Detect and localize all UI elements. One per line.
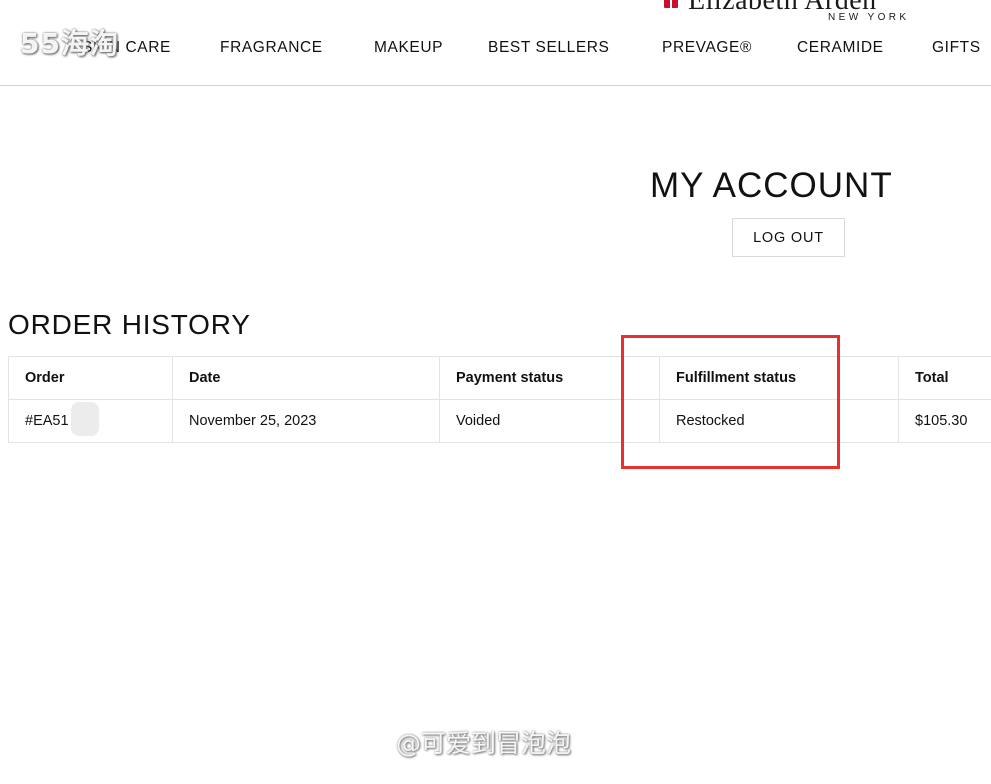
redaction-mask [70,402,99,436]
nav-item-gifts[interactable]: GIFTS [932,38,981,58]
nav-item-fragrance[interactable]: FRAGRANCE [220,38,323,58]
watermark-top: 55海淘 [20,27,119,60]
table-row: #EA51 November 25, 2023 Voided Restocked… [8,399,991,443]
order-number-link[interactable]: #EA51 [25,413,69,429]
column-header-total: Total [898,356,991,400]
column-header-payment-status: Payment status [439,356,660,400]
brand-logo[interactable]: Elizabeth Arden NEW YORK [664,0,916,26]
nav-item-makeup[interactable]: MAKEUP [374,38,443,58]
brand-mark-icon [664,0,678,8]
fulfillment-status-cell: Restocked [659,399,899,443]
logout-button[interactable]: LOG OUT [732,218,845,257]
site-header: Elizabeth Arden NEW YORK SKIN CARE FRAGR… [0,0,991,86]
nav-item-best-sellers[interactable]: BEST SELLERS [488,38,610,58]
order-date-cell: November 25, 2023 [172,399,440,443]
nav-item-ceramide[interactable]: CERAMIDE [797,38,884,58]
page-title: MY ACCOUNT [650,166,893,205]
column-header-fulfillment-status: Fulfillment status [659,356,899,400]
nav-item-prevage[interactable]: PREVAGE® [662,38,752,58]
order-number-cell[interactable]: #EA51 [8,399,173,443]
table-header-row: Order Date Payment status Fulfillment st… [8,356,991,400]
brand-subtitle: NEW YORK [828,12,910,23]
order-history-table: Order Date Payment status Fulfillment st… [8,356,991,443]
watermark-bottom: @可爱到冒泡泡 [396,729,572,758]
column-header-date: Date [172,356,440,400]
payment-status-cell: Voided [439,399,660,443]
main-nav: SKIN CARE FRAGRANCE MAKEUP BEST SELLERS … [0,38,991,58]
order-total-cell: $105.30 [898,399,991,443]
order-history-title: ORDER HISTORY [8,309,251,340]
column-header-order: Order [8,356,173,400]
